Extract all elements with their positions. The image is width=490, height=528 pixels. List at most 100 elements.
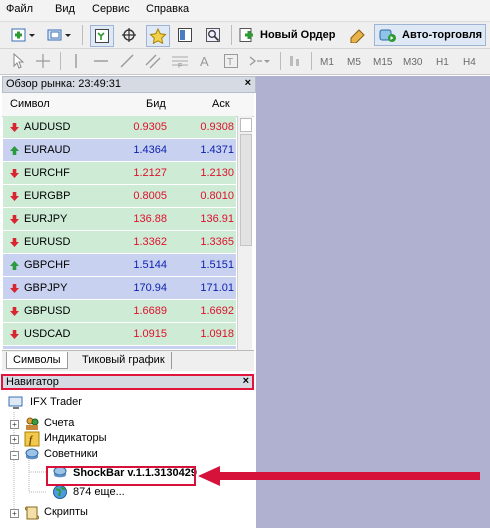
timeframe-m1[interactable]: M1: [320, 57, 334, 68]
tree-experts[interactable]: Советники: [44, 448, 98, 460]
fibonacci-icon[interactable]: F: [169, 51, 191, 71]
column-symbol[interactable]: Символ: [10, 98, 50, 110]
menu-bar: Файл Вид Сервис Справка: [0, 0, 490, 22]
menu-file[interactable]: Файл: [6, 3, 33, 15]
tree-scripts[interactable]: Скрипты: [44, 506, 88, 518]
tab-symbols-label: Символы: [13, 354, 61, 366]
terminal-icon[interactable]: [174, 25, 196, 45]
profiles-button[interactable]: [44, 25, 74, 45]
bid-cell: 1.6689: [133, 305, 167, 317]
table-row[interactable]: USDCHF0.90740.9077: [3, 346, 236, 349]
arrow-down-icon: [10, 123, 19, 132]
tree-more-experts[interactable]: 874 еще...: [73, 486, 125, 498]
tab-tick-chart[interactable]: Тиковый график: [76, 352, 172, 369]
market-watch-toggle-icon[interactable]: [90, 25, 114, 47]
navigator-title: Навигатор: [6, 376, 59, 388]
arrows-dropdown-icon[interactable]: [246, 51, 272, 71]
new-chart-button[interactable]: [8, 25, 38, 45]
annotation-highlight-box: [46, 466, 196, 486]
bid-cell: 0.9305: [133, 121, 167, 133]
market-watch-title: Обзор рынка: 23:49:31: [6, 78, 122, 90]
strategy-tester-icon[interactable]: [202, 25, 224, 45]
expand-scripts-icon[interactable]: +: [10, 509, 19, 518]
timeframe-h1[interactable]: H1: [436, 57, 449, 68]
collapse-experts-icon[interactable]: −: [10, 451, 19, 460]
market-watch-close-icon[interactable]: ×: [245, 77, 251, 89]
bid-cell: 1.0915: [133, 328, 167, 340]
table-row[interactable]: EURUSD 1.3362 1.3365: [3, 231, 236, 254]
tree-root-label: IFX Trader: [30, 396, 82, 408]
auto-trading-icon: [379, 29, 396, 42]
market-watch-scrollbar[interactable]: [237, 116, 252, 350]
symbol-cell: EURCHF: [24, 167, 70, 179]
svg-text:A: A: [200, 54, 209, 69]
horizontal-line-icon[interactable]: [92, 51, 110, 71]
column-bid[interactable]: Бид: [146, 98, 166, 110]
vertical-line-icon[interactable]: [68, 51, 84, 71]
new-order-button[interactable]: Новый Ордер: [238, 25, 338, 45]
accounts-icon: [26, 417, 39, 430]
table-row[interactable]: GBPJPY 170.94 171.01: [3, 277, 236, 300]
text-label-icon[interactable]: T: [222, 51, 240, 71]
symbol-cell: EURUSD: [24, 236, 71, 248]
table-row[interactable]: USDCAD 1.0915 1.0918: [3, 323, 236, 346]
text-tool-icon[interactable]: A: [196, 51, 214, 71]
ask-cell: 1.5151: [200, 259, 234, 271]
arrow-down-icon: [10, 169, 19, 178]
market-watch-tabs: Символы Тиковый график: [2, 350, 254, 371]
menu-tools[interactable]: Сервис: [92, 3, 130, 15]
auto-trading-button[interactable]: Авто-торговля: [374, 24, 486, 46]
ask-cell: 0.9308: [200, 121, 234, 133]
table-row[interactable]: EURCHF 1.2127 1.2130: [3, 162, 236, 185]
tab-tick-chart-label: Тиковый график: [82, 354, 165, 366]
globe-icon: [53, 485, 67, 499]
expand-indicators-icon[interactable]: +: [10, 435, 19, 444]
table-row[interactable]: EURAUD 1.4364 1.4371: [3, 139, 236, 162]
column-ask[interactable]: Аск: [212, 98, 230, 110]
table-row[interactable]: GBPCHF 1.5144 1.5151: [3, 254, 236, 277]
timeframe-m15[interactable]: M15: [373, 57, 392, 68]
scroll-up-icon[interactable]: [240, 118, 252, 132]
timeframe-h4[interactable]: H4: [463, 57, 476, 68]
ask-cell: 1.6692: [200, 305, 234, 317]
table-row[interactable]: EURGBP 0.8005 0.8010: [3, 185, 236, 208]
timeframe-m30[interactable]: M30: [403, 57, 422, 68]
tree-indicators[interactable]: Индикаторы: [44, 432, 107, 444]
ask-cell: 1.4371: [200, 144, 234, 156]
trendline-icon[interactable]: [118, 51, 136, 71]
menu-help[interactable]: Справка: [146, 3, 189, 15]
expand-accounts-icon[interactable]: +: [10, 420, 19, 429]
navigator-close-icon[interactable]: ×: [243, 375, 249, 387]
timeframe-m5[interactable]: M5: [347, 57, 361, 68]
cursor-icon[interactable]: [10, 51, 26, 71]
bid-cell: 1.2127: [133, 167, 167, 179]
symbol-cell: USDCAD: [24, 328, 71, 340]
market-watch-header: Обзор рынка: 23:49:31 ×: [2, 76, 256, 93]
tab-symbols[interactable]: Символы: [6, 352, 68, 369]
symbol-cell: GBPJPY: [24, 282, 68, 294]
table-row[interactable]: EURJPY 136.88 136.91: [3, 208, 236, 231]
table-row[interactable]: GBPUSD 1.6689 1.6692: [3, 300, 236, 323]
arrow-down-icon: [10, 192, 19, 201]
scroll-thumb[interactable]: [240, 134, 252, 246]
metaeditor-icon[interactable]: [347, 25, 369, 45]
equidistant-channel-icon[interactable]: [143, 51, 163, 71]
bid-cell: 1.3362: [133, 236, 167, 248]
bid-cell: 170.94: [133, 282, 167, 294]
menu-view[interactable]: Вид: [55, 3, 75, 15]
svg-text:F: F: [178, 63, 182, 69]
data-window-icon[interactable]: [118, 25, 140, 45]
table-row[interactable]: AUDUSD 0.9305 0.9308: [3, 116, 236, 139]
crosshair-icon[interactable]: [34, 51, 52, 71]
navigator-toggle-icon[interactable]: [146, 25, 170, 47]
bid-cell: 1.5144: [133, 259, 167, 271]
tree-accounts[interactable]: Счета: [44, 417, 74, 429]
ask-cell: 1.0918: [200, 328, 234, 340]
arrow-up-icon: [10, 261, 19, 270]
terminal-root-icon: [8, 396, 23, 409]
chart-toolbar-grip-icon: [286, 51, 306, 71]
arrow-down-icon: [10, 330, 19, 339]
svg-text:T: T: [227, 57, 233, 68]
new-order-label: Новый Ордер: [260, 29, 336, 41]
chart-area[interactable]: [256, 76, 490, 528]
